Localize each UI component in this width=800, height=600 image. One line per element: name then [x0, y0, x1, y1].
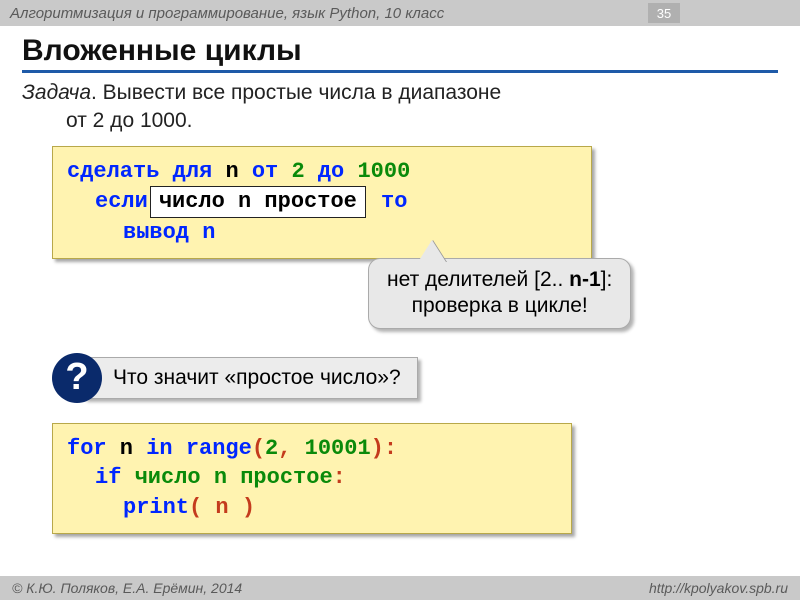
pseudocode-block: сделать для n от 2 до 1000 если число n …	[52, 146, 592, 259]
question-text: Что значит «простое число»?	[84, 357, 418, 399]
page-number: 35	[648, 3, 680, 23]
py-line3: print( n )	[67, 493, 557, 523]
pseudo-line1: сделать для n от 2 до 1000	[67, 157, 577, 187]
callout-line1: нет делителей [2.. n-1]:	[387, 267, 612, 293]
python-code-block: for n in range(2, 10001): if число n про…	[52, 423, 572, 534]
copyright: © К.Ю. Поляков, Е.А. Ерёмин, 2014	[12, 580, 242, 596]
task-statement: Задача. Вывести все простые числа в диап…	[22, 79, 778, 136]
py-line1: for n in range(2, 10001):	[67, 434, 557, 464]
task-text: . Вывести все простые числа в диапазоне	[91, 81, 501, 104]
slide-footer: © К.Ю. Поляков, Е.А. Ерёмин, 2014 http:/…	[0, 576, 800, 600]
py-line2: if число n простое:	[67, 463, 557, 493]
footer-url: http://kpolyakov.spb.ru	[649, 580, 788, 596]
callout-box: нет делителей [2.. n-1]: проверка в цикл…	[368, 258, 631, 329]
slide-content: Вложенные циклы Задача. Вывести все прос…	[0, 26, 800, 534]
course-title: Алгоритмизация и программирование, язык …	[10, 5, 444, 22]
task-line2: от 2 до 1000.	[22, 107, 778, 135]
slide-header: Алгоритмизация и программирование, язык …	[0, 0, 800, 26]
pseudo-line3: вывод n	[67, 218, 577, 248]
callout-line2: проверка в цикле!	[387, 293, 612, 319]
task-label: Задача	[22, 81, 91, 104]
callout: нет делителей [2.. n-1]: проверка в цикл…	[368, 258, 631, 329]
question-mark-icon: ?	[52, 353, 102, 403]
pseudo-line2: если число n простое то	[67, 186, 577, 218]
callout-tail-icon	[418, 240, 446, 262]
highlight-box: число n простое	[150, 186, 366, 218]
slide-title: Вложенные циклы	[22, 34, 778, 73]
question-row: ? Что значит «простое число»?	[52, 353, 778, 403]
